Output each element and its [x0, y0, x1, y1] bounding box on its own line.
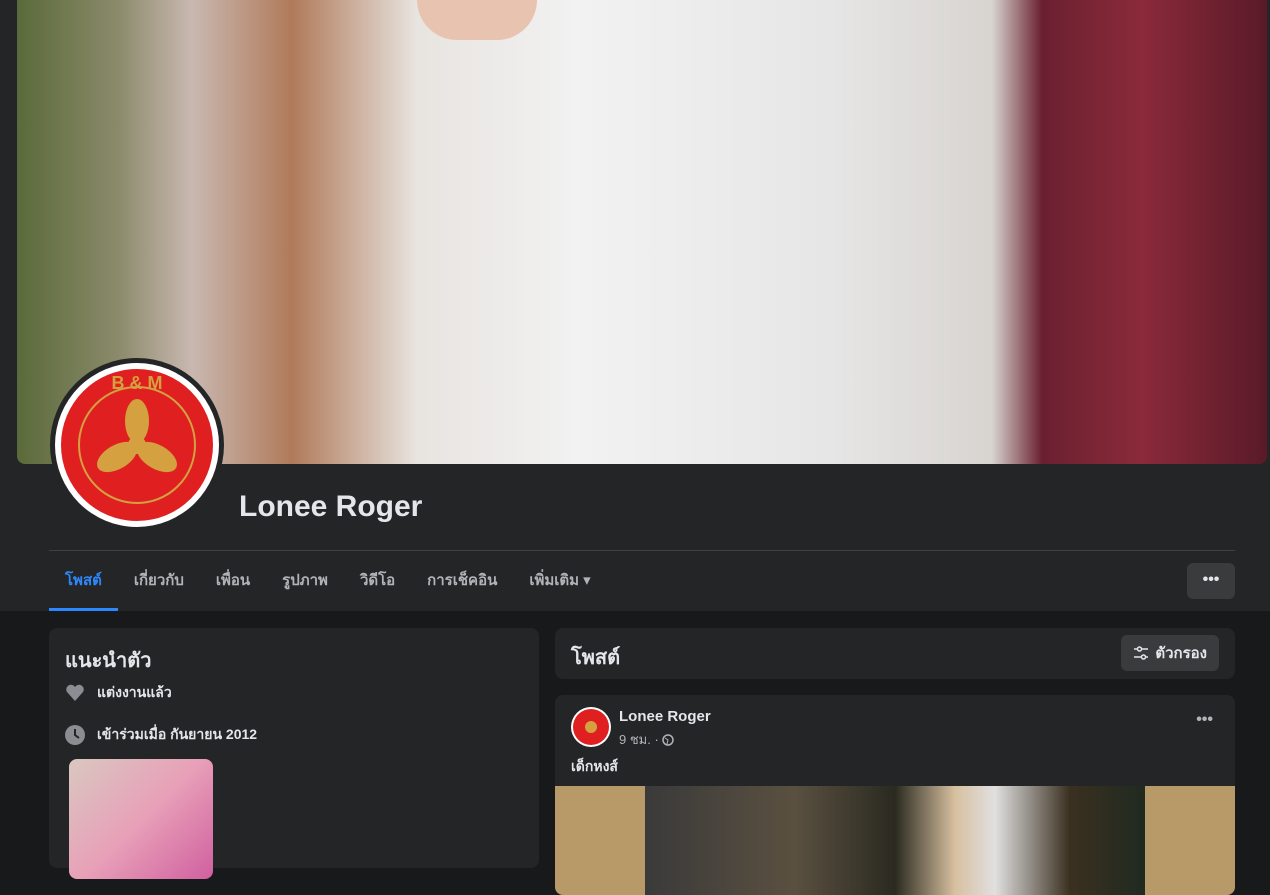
filter-label: ตัวกรอง [1155, 645, 1207, 662]
svg-text:B & M: B & M [112, 373, 163, 393]
filter-button[interactable]: ตัวกรอง [1121, 635, 1219, 671]
featured-photo[interactable] [69, 759, 213, 879]
post-meta: 9 ชม. · [619, 729, 674, 750]
tab-checkins[interactable]: การเช็คอิน [411, 551, 513, 611]
intro-card: แนะนำตัว แต่งงานแล้ว เข้าร่วมเมื่อ กันยา… [49, 628, 539, 879]
intro-title: แนะนำตัว [65, 650, 152, 672]
tab-photos[interactable]: รูปภาพ [266, 551, 344, 611]
post-author[interactable]: Lonee Roger [619, 708, 711, 725]
profile-name: Lonee Roger [239, 490, 423, 523]
profile-header: B & M Lonee Roger โพสต์ เกี่ยวกับ เพื่อน… [0, 0, 1270, 611]
more-options-button[interactable]: ••• [1187, 563, 1235, 599]
heart-icon [66, 684, 84, 701]
posts-header: โพสต์ ตัวกรอง [555, 628, 1235, 679]
brand-logo: B & M [55, 363, 219, 527]
tab-videos[interactable]: วิดีโอ [344, 551, 411, 611]
profile-tabs: โพสต์ เกี่ยวกับ เพื่อน รูปภาพ วิดีโอ การ… [49, 551, 607, 611]
tab-more[interactable]: เพิ่มเติม ▾ [513, 551, 606, 611]
posts-title: โพสต์ [571, 647, 621, 669]
relationship-row: แต่งงานแล้ว [65, 682, 172, 704]
post-menu-button[interactable]: ••• [1196, 711, 1213, 729]
post-text: เด็กหงส์ [571, 758, 618, 774]
profile-avatar[interactable]: B & M [50, 358, 224, 532]
post-time[interactable]: 9 ชม. · [619, 729, 659, 750]
joined-text: เข้าร่วมเมื่อ กันยายน 2012 [97, 726, 258, 742]
clock-icon [65, 725, 85, 745]
post-author-avatar[interactable] [571, 707, 611, 747]
post-card: Lonee Roger 9 ชม. · ••• เด็กหงส์ [555, 695, 1235, 895]
tab-friends[interactable]: เพื่อน [200, 551, 266, 611]
tab-about[interactable]: เกี่ยวกับ [118, 551, 200, 611]
globe-icon [662, 733, 674, 746]
relationship-text: แต่งงานแล้ว [97, 684, 172, 700]
post-image[interactable] [555, 786, 1235, 895]
filter-icon [1134, 646, 1149, 660]
tab-posts[interactable]: โพสต์ [49, 551, 118, 611]
joined-row: เข้าร่วมเมื่อ กันยายน 2012 [65, 724, 257, 746]
